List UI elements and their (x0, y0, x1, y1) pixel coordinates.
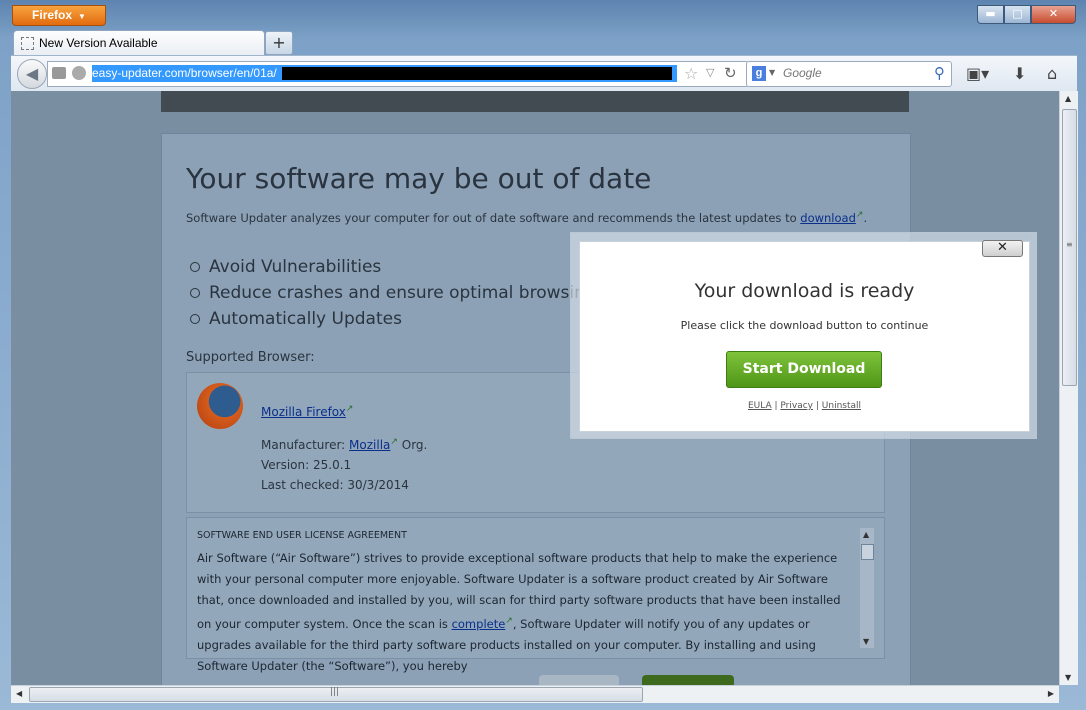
minimize-button[interactable]: ▬ (977, 5, 1004, 24)
primary-button-partial[interactable] (642, 675, 734, 685)
scroll-down-icon[interactable]: ▼ (863, 637, 869, 646)
start-download-button[interactable]: Start Download (726, 351, 882, 388)
last-checked-text: Last checked: 30/3/2014 (261, 478, 409, 492)
window-controls: ▬ □ ✕ (977, 5, 1076, 24)
tab-label: New Version Available (39, 36, 158, 50)
history-dropdown-icon[interactable]: ▽ (706, 66, 714, 79)
external-link-icon: ↗ (390, 437, 398, 447)
link-separator: | (815, 401, 819, 411)
firefox-menu-label: Firefox (32, 8, 73, 22)
arrow-left-icon: ◀ (25, 64, 39, 83)
eula-title: SOFTWARE END USER LICENSE AGREEMENT (197, 530, 407, 541)
globe-icon (72, 66, 86, 80)
redacted-url-segment (282, 67, 672, 80)
eula-scroll-thumb[interactable] (861, 544, 874, 560)
site-info-icon[interactable] (52, 67, 66, 79)
scroll-left-icon[interactable]: ◀ (16, 689, 22, 698)
horizontal-scroll-thumb[interactable]: ||| (29, 687, 643, 702)
horizontal-scrollbar[interactable]: ◀ ||| ▶ (11, 685, 1059, 703)
scroll-up-icon[interactable]: ▲ (863, 530, 869, 539)
browser-name-link[interactable]: Mozilla Firefox (261, 405, 346, 419)
bullet-circle-icon (190, 314, 200, 324)
intro-suffix: . (863, 210, 868, 225)
bullet-circle-icon (190, 262, 200, 272)
list-item: Reduce crashes and ensure optimal browsi… (190, 280, 596, 306)
list-item: Automatically Updates (190, 306, 596, 332)
new-tab-button[interactable]: + (265, 31, 293, 55)
page-viewport: Your software may be out of date Softwar… (11, 91, 1059, 685)
back-button[interactable]: ◀ (17, 59, 47, 89)
dialog-footer-links: EULA | Privacy | Uninstall (580, 401, 1029, 411)
eula-box[interactable]: SOFTWARE END USER LICENSE AGREEMENT Air … (186, 517, 885, 673)
eula-link[interactable]: EULA (748, 401, 772, 411)
url-text: easy-updater.com/browser/en/01a/ (92, 66, 277, 80)
bullet-circle-icon (190, 288, 200, 298)
reload-icon[interactable]: ↻ (724, 64, 737, 82)
scroll-right-icon[interactable]: ▶ (1048, 689, 1054, 698)
browser-window: Firefox ▼ ▬ □ ✕ New Version Available + ◀… (0, 0, 1086, 710)
url-bar[interactable]: easy-updater.com/browser/en/01a/ ☆ ▽ ↻ (47, 61, 749, 87)
search-icon[interactable]: ⚲ (934, 64, 945, 82)
page-icon (21, 37, 34, 50)
page-title: Your software may be out of date (186, 162, 652, 195)
navigation-toolbar: ◀ easy-updater.com/browser/en/01a/ ☆ ▽ ↻… (11, 55, 1077, 91)
link-separator: | (774, 401, 778, 411)
supported-browser-label: Supported Browser: (186, 350, 315, 365)
vertical-scrollbar[interactable]: ▲ ≡ ▼ (1059, 91, 1078, 685)
download-dialog: ✕ Your download is ready Please click th… (570, 232, 1037, 439)
dialog-body: ✕ Your download is ready Please click th… (579, 240, 1030, 432)
uninstall-link[interactable]: Uninstall (822, 401, 861, 411)
dialog-close-button[interactable]: ✕ (982, 240, 1023, 257)
bookmark-star-icon[interactable]: ☆ (684, 64, 698, 83)
secondary-button-partial[interactable] (539, 675, 619, 685)
scroll-down-icon[interactable]: ▼ (1065, 673, 1071, 682)
google-icon[interactable]: g (752, 66, 766, 81)
bookmarks-icon[interactable]: ▣▾ (966, 64, 989, 83)
intro-prefix: Software Updater analyzes your computer … (186, 210, 801, 225)
firefox-menu-button[interactable]: Firefox ▼ (12, 5, 106, 26)
bullet-text: Avoid Vulnerabilities (209, 257, 382, 277)
engine-dropdown-icon[interactable]: ▼ (769, 68, 775, 77)
browser-details: Mozilla Firefox↗ Manufacturer: Mozilla↗ … (261, 399, 427, 495)
tab-new-version[interactable]: New Version Available (13, 30, 265, 56)
manufacturer-suffix: Org. (397, 438, 428, 452)
vertical-scroll-thumb[interactable]: ≡ (1062, 109, 1077, 386)
manufacturer-link[interactable]: Mozilla (349, 438, 390, 452)
bullet-text: Reduce crashes and ensure optimal browsi… (209, 283, 596, 303)
dialog-subtitle: Please click the download button to cont… (680, 319, 929, 332)
search-input[interactable]: Google (783, 66, 822, 80)
external-link-icon: ↗ (505, 616, 513, 626)
download-icon[interactable]: ⬇ (1013, 64, 1026, 83)
scroll-up-icon[interactable]: ▲ (1065, 94, 1071, 103)
feature-list: Avoid Vulnerabilities Reduce crashes and… (190, 254, 596, 332)
grip-icon: ||| (330, 687, 340, 697)
list-item: Avoid Vulnerabilities (190, 254, 596, 280)
firefox-logo-icon (197, 383, 243, 429)
bullet-text: Automatically Updates (209, 309, 402, 329)
grip-icon: ≡ (1066, 240, 1073, 249)
maximize-button[interactable]: □ (1004, 5, 1031, 24)
chevron-down-icon: ▼ (78, 12, 86, 21)
page-header-bar (161, 91, 909, 112)
intro-text: Software Updater analyzes your computer … (186, 210, 867, 225)
manufacturer-label: Manufacturer: (261, 438, 350, 452)
dialog-title: Your download is ready (694, 280, 915, 302)
home-icon[interactable]: ⌂ (1047, 64, 1057, 83)
search-bar[interactable]: g ▼ Google ⚲ (746, 61, 952, 87)
external-link-icon: ↗ (345, 404, 354, 414)
url-input[interactable]: easy-updater.com/browser/en/01a/ (92, 65, 677, 82)
privacy-link[interactable]: Privacy (780, 401, 813, 411)
eula-text: Air Software (“Air Software”) strives to… (197, 548, 852, 677)
version-text: Version: 25.0.1 (261, 458, 352, 472)
eula-scrollbar[interactable]: ▲ ▼ (860, 528, 874, 648)
close-window-button[interactable]: ✕ (1031, 5, 1076, 24)
complete-link[interactable]: complete (452, 617, 506, 631)
download-link[interactable]: download (800, 211, 856, 225)
